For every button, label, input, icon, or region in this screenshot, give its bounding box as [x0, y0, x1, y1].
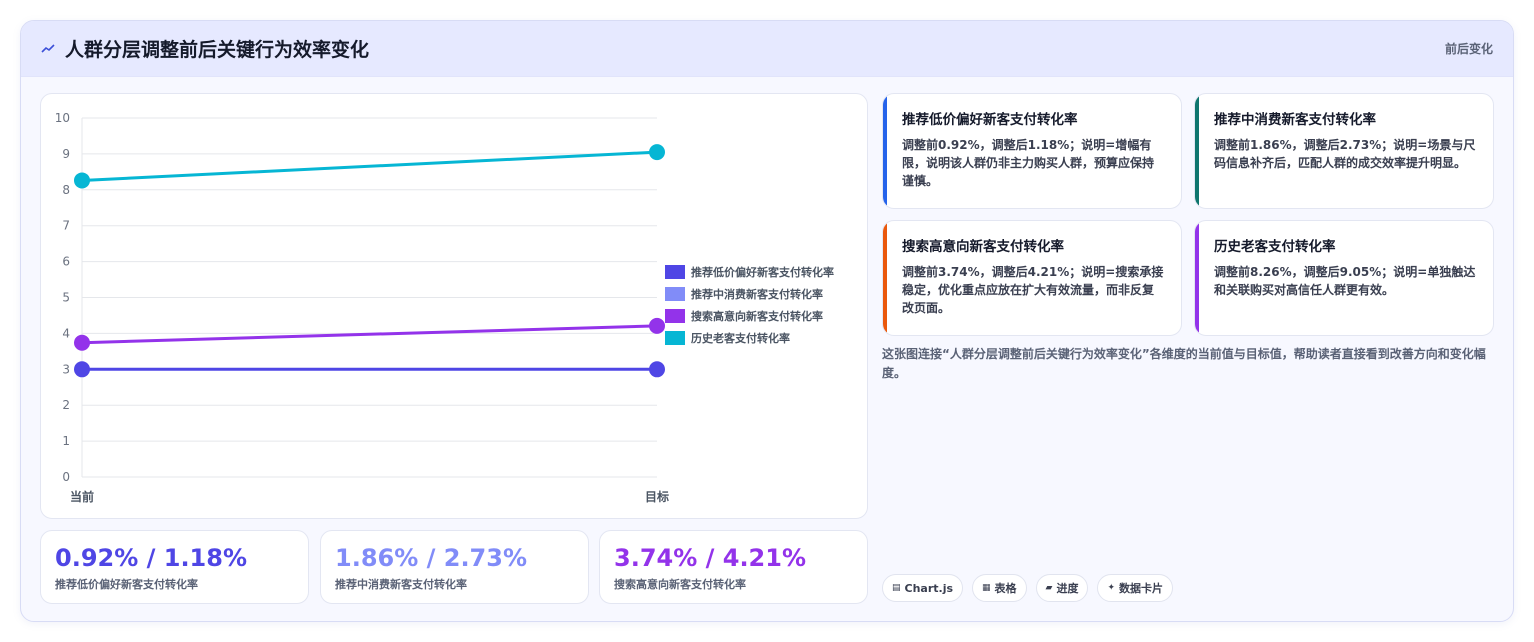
table-icon: ▦: [982, 583, 991, 593]
stat-label: 搜索高意向新客支付转化率: [614, 578, 746, 591]
info-card-body: 调整前3.74%，调整后4.21%；说明=搜索承接稳定，优化重点应放在扩大有效流…: [902, 265, 1164, 315]
tag-label: 数据卡片: [1119, 582, 1164, 595]
card-accent-bar: [883, 221, 887, 335]
tag-list: ▤ Chart.js ▦ 表格 ▰ 进度 ✦ 数据卡片: [882, 574, 1174, 602]
stat-card: 3.74% / 4.21% 搜索高意向新客支付转化率: [599, 530, 868, 604]
data-point: [74, 361, 90, 378]
y-tick-label: 0: [62, 470, 70, 484]
info-card-body: 调整前1.86%，调整后2.73%；说明=场景与尺码信息补齐后，匹配人群的成交效…: [1214, 138, 1476, 170]
card-accent-bar: [1195, 221, 1199, 335]
trend-icon: [41, 43, 55, 53]
chart-icon: ▤: [892, 583, 901, 593]
stat-value: 0.92% / 1.18%: [55, 544, 247, 572]
y-tick-label: 5: [62, 291, 70, 305]
y-tick-label: 4: [62, 326, 70, 340]
header-badge: 前后变化: [1444, 42, 1493, 56]
info-card-title: 推荐低价偏好新客支付转化率: [902, 112, 1078, 128]
info-card: 推荐中消费新客支付转化率 调整前1.86%，调整后2.73%；说明=场景与尺码信…: [1194, 93, 1494, 209]
stat-value: 3.74% / 4.21%: [614, 544, 806, 572]
chart-note: 这张图连接“人群分层调整前后关键行为效率变化”各维度的当前值与目标值，帮助读者直…: [882, 347, 1486, 380]
tag-chartjs[interactable]: ▤ Chart.js: [882, 574, 964, 602]
y-tick-label: 7: [62, 219, 70, 233]
x-tick-label: 目标: [645, 489, 669, 504]
y-tick-label: 2: [62, 398, 70, 412]
tag-label: 表格: [994, 582, 1017, 595]
info-card-title: 推荐中消费新客支付转化率: [1214, 112, 1376, 128]
data-point: [649, 144, 665, 161]
info-card: 历史老客支付转化率 调整前8.26%，调整后9.05%；说明=单独触达和关联购买…: [1194, 220, 1494, 336]
card-accent-bar: [883, 94, 887, 208]
legend-label: 历史老客支付转化率: [691, 331, 790, 345]
legend-label: 搜索高意向新客支付转化率: [691, 309, 823, 323]
tag-label: 进度: [1056, 582, 1079, 595]
legend-swatch: [665, 287, 685, 301]
y-tick-label: 6: [62, 255, 70, 269]
y-tick-label: 8: [62, 183, 70, 197]
data-point: [649, 361, 665, 378]
y-tick-label: 9: [62, 147, 70, 161]
legend-swatch: [665, 331, 685, 345]
series-line: [81, 324, 658, 345]
line-chart: 0 1 2 3 4 5 6 7 8 9 10 当前 目标 推荐低价偏好新客支付转化率推荐中消费新客支付转化…: [55, 111, 834, 504]
tag-table[interactable]: ▦ 表格: [972, 574, 1027, 602]
card-accent-bar: [1195, 94, 1199, 208]
tag-data-card[interactable]: ✦ 数据卡片: [1097, 574, 1174, 602]
y-tick-label: 1: [62, 434, 70, 448]
stat-card: 1.86% / 2.73% 推荐中消费新客支付转化率: [320, 530, 589, 604]
y-tick-label: 3: [62, 362, 70, 376]
stat-value: 1.86% / 2.73%: [335, 544, 527, 572]
legend-swatch: [665, 309, 685, 323]
card-header: 人群分层调整前后关键行为效率变化 前后变化: [21, 21, 1513, 77]
stat-card: 0.92% / 1.18% 推荐低价偏好新客支付转化率: [40, 530, 309, 604]
series-line: [81, 150, 658, 182]
legend-label: 推荐低价偏好新客支付转化率: [691, 265, 834, 279]
info-card: 搜索高意向新客支付转化率 调整前3.74%，调整后4.21%；说明=搜索承接稳定…: [882, 220, 1182, 336]
data-point: [649, 317, 665, 334]
card-icon: ✦: [1107, 583, 1116, 593]
x-tick-label: 当前: [70, 489, 94, 504]
report-card: 人群分层调整前后关键行为效率变化 前后变化 0 1 2 3 4 5 6 7 8 9 10 当前 目标 推荐…: [20, 20, 1514, 622]
legend-label: 推荐中消费新客支付转化率: [691, 287, 823, 301]
info-card-title: 搜索高意向新客支付转化率: [902, 239, 1064, 255]
stat-label: 推荐低价偏好新客支付转化率: [55, 578, 198, 591]
stat-label: 推荐中消费新客支付转化率: [335, 578, 467, 591]
tag-progress[interactable]: ▰ 进度: [1035, 574, 1089, 602]
data-point: [74, 334, 90, 351]
info-card-body: 调整前8.26%，调整后9.05%；说明=单独触达和关联购买对高信任人群更有效。: [1214, 265, 1476, 297]
info-card-body: 调整前0.92%，调整后1.18%；说明=增幅有限，说明该人群仍非主力购买人群，…: [902, 138, 1155, 188]
tag-label: Chart.js: [904, 581, 954, 595]
info-card-title: 历史老客支付转化率: [1214, 239, 1336, 255]
page-title: 人群分层调整前后关键行为效率变化: [65, 39, 370, 61]
legend-swatch: [665, 265, 685, 279]
info-card: 推荐低价偏好新客支付转化率 调整前0.92%，调整后1.18%；说明=增幅有限，…: [882, 93, 1182, 209]
progress-icon: ▰: [1045, 583, 1053, 593]
chart-panel: 0 1 2 3 4 5 6 7 8 9 10 当前 目标 推荐低价偏好新客支付转化率 推荐中消费新客支付转化…: [40, 93, 868, 519]
data-point: [74, 172, 90, 189]
y-tick-label: 10: [55, 111, 70, 125]
